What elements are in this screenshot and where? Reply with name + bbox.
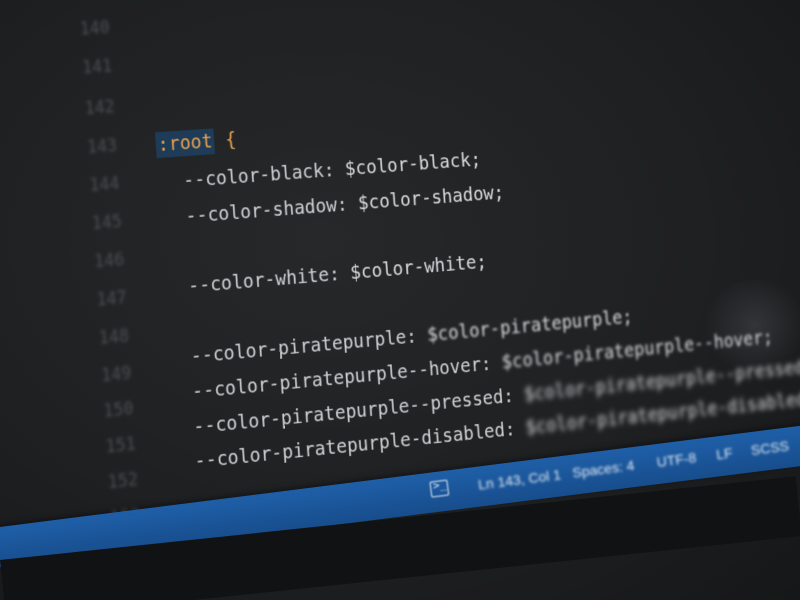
css-value: $color-piratepurple; <box>426 306 634 347</box>
terminal-icon[interactable]: >_ <box>429 478 450 498</box>
line-number: 142 <box>84 97 116 120</box>
code-line[interactable]: --color-white: $color-white; <box>187 251 487 298</box>
line-number: 143 <box>86 135 118 158</box>
css-property: --color-shadow <box>184 194 338 228</box>
line-number: 150 <box>102 398 135 423</box>
screen: 140 141 142 143 144 145 146 147 148 149 … <box>0 0 800 600</box>
line-number: 144 <box>88 173 121 196</box>
open-brace: { <box>224 128 237 152</box>
root-selector: :root <box>155 128 216 159</box>
line-number: 140 <box>79 17 111 40</box>
line-ending[interactable]: LF <box>715 445 733 463</box>
line-number: 146 <box>93 249 125 273</box>
code-line[interactable]: --color-shadow: $color-shadow; <box>185 182 505 228</box>
line-number: 148 <box>98 326 130 350</box>
css-property: --color-white <box>187 264 330 298</box>
line-number: 145 <box>91 211 123 235</box>
code-line-root[interactable]: :root { <box>155 128 237 159</box>
line-number: 141 <box>81 56 113 79</box>
file-encoding[interactable]: UTF-8 <box>656 449 697 470</box>
css-property: --color-piratepurple <box>190 326 408 369</box>
css-value: $color-white; <box>349 251 488 284</box>
line-number: 152 <box>107 469 139 494</box>
line-number: 151 <box>105 434 137 458</box>
cursor-position[interactable]: Ln 143, Col 1 <box>477 466 562 492</box>
css-value: $color-shadow; <box>357 181 505 215</box>
language-mode[interactable]: SCSS <box>750 438 790 459</box>
line-number: 149 <box>100 363 132 387</box>
code-line[interactable]: --color-black: $color-black; <box>183 149 482 192</box>
css-property: --color-black <box>182 160 325 193</box>
css-value: $color-black; <box>344 148 482 181</box>
indentation-setting[interactable]: Spaces: 4 <box>571 457 635 481</box>
line-number: 147 <box>95 287 128 311</box>
